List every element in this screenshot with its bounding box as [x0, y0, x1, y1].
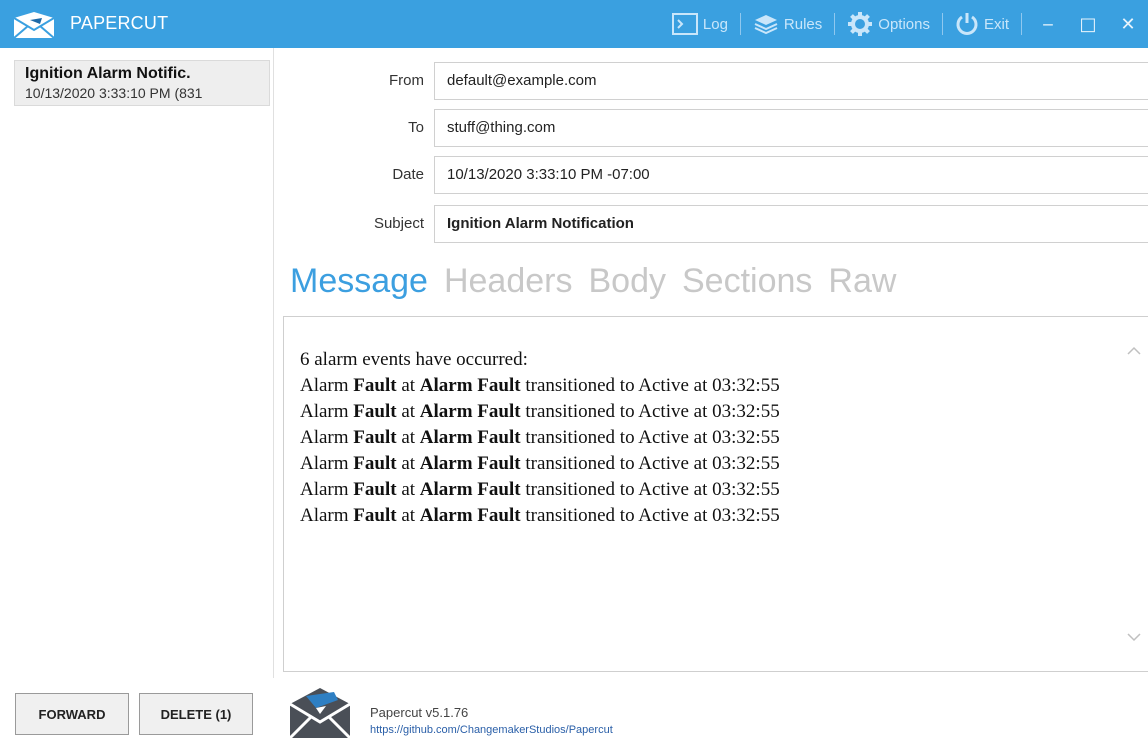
- options-label: Options: [878, 15, 930, 33]
- event-text: transitioned to Active at 03:32:55: [520, 453, 780, 474]
- rules-icon: [754, 15, 778, 35]
- app-version: Papercut v5.1.76: [370, 705, 469, 720]
- log-button[interactable]: Log: [666, 0, 734, 48]
- minimize-button[interactable]: ‒: [1028, 0, 1068, 48]
- scroll-up-icon[interactable]: [1126, 343, 1142, 359]
- scroll-down-icon[interactable]: [1126, 629, 1142, 645]
- options-button[interactable]: Options: [841, 0, 936, 48]
- list-item-subject: Ignition Alarm Notific.: [25, 65, 191, 82]
- subject-label: Subject: [373, 215, 424, 232]
- tab-headers[interactable]: Headers: [444, 262, 573, 301]
- event-name: Fault: [353, 505, 397, 526]
- power-icon: [956, 13, 978, 35]
- event-text: transitioned to Active at 03:32:55: [520, 479, 780, 500]
- close-button[interactable]: ✕: [1108, 0, 1148, 48]
- event-text: at: [396, 453, 420, 474]
- event-line: Alarm Fault at Alarm Fault transitioned …: [300, 451, 780, 477]
- rules-label: Rules: [783, 15, 823, 33]
- event-text: at: [396, 427, 420, 448]
- event-source: Alarm Fault: [419, 453, 521, 474]
- subject-row: Subject Ignition Alarm Notification: [276, 205, 1148, 243]
- date-field[interactable]: 10/13/2020 3:33:10 PM -07:00: [434, 156, 1148, 194]
- event-text: transitioned to Active at 03:32:55: [520, 505, 780, 526]
- tab-body[interactable]: Body: [588, 262, 666, 301]
- message-content: 6 alarm events have occurred: Alarm Faul…: [300, 347, 780, 529]
- event-name: Fault: [353, 479, 397, 500]
- event-text: at: [396, 401, 420, 422]
- event-text: Alarm: [300, 479, 354, 500]
- maximize-icon: □: [1079, 13, 1097, 35]
- toolbar-divider: [941, 13, 943, 35]
- event-text: Alarm: [300, 427, 354, 448]
- minimize-icon: ‒: [1042, 13, 1054, 35]
- event-text: transitioned to Active at 03:32:55: [520, 427, 780, 448]
- event-text: at: [396, 375, 420, 396]
- toolbar: Log Rules Options Exit ‒ □ ✕: [666, 0, 1148, 48]
- date-label: Date: [392, 166, 424, 183]
- event-name: Fault: [353, 427, 397, 448]
- event-source: Alarm Fault: [419, 427, 521, 448]
- title-bar: PAPERCUT Log Rules Options Exit ‒ □ ✕: [0, 0, 1148, 48]
- event-text: Alarm: [300, 375, 354, 396]
- delete-button[interactable]: DELETE (1): [139, 693, 253, 735]
- toolbar-divider: [1021, 13, 1022, 35]
- subject-field[interactable]: Ignition Alarm Notification: [434, 205, 1148, 243]
- event-text: at: [396, 505, 420, 526]
- message-list: Ignition Alarm Notific. 10/13/2020 3:33:…: [0, 48, 274, 678]
- event-line: Alarm Fault at Alarm Fault transitioned …: [300, 373, 780, 399]
- event-text: Alarm: [300, 505, 354, 526]
- from-label: From: [389, 72, 424, 89]
- list-item-date: 10/13/2020 3:33:10 PM (831: [25, 85, 203, 101]
- to-label: To: [408, 119, 424, 136]
- event-line: Alarm Fault at Alarm Fault transitioned …: [300, 477, 780, 503]
- event-name: Fault: [353, 453, 397, 474]
- exit-label: Exit: [983, 15, 1009, 33]
- toolbar-divider: [834, 13, 836, 35]
- log-label: Log: [702, 15, 728, 33]
- tab-raw[interactable]: Raw: [828, 262, 896, 301]
- event-source: Alarm Fault: [419, 375, 521, 396]
- event-line: Alarm Fault at Alarm Fault transitioned …: [300, 425, 780, 451]
- tab-sections[interactable]: Sections: [682, 262, 812, 301]
- tab-message[interactable]: Message: [290, 262, 428, 301]
- from-row: From default@example.com: [276, 62, 1148, 100]
- view-tabs: Message Headers Body Sections Raw: [290, 262, 912, 310]
- event-text: Alarm: [300, 401, 354, 422]
- event-name: Fault: [353, 375, 397, 396]
- event-text: transitioned to Active at 03:32:55: [520, 375, 780, 396]
- envelope-logo-icon: [13, 12, 55, 39]
- event-text: transitioned to Active at 03:32:55: [520, 401, 780, 422]
- event-line: Alarm Fault at Alarm Fault transitioned …: [300, 399, 780, 425]
- date-row: Date 10/13/2020 3:33:10 PM -07:00: [276, 156, 1148, 194]
- event-source: Alarm Fault: [419, 479, 521, 500]
- event-source: Alarm Fault: [419, 401, 521, 422]
- toolbar-divider: [739, 13, 741, 35]
- event-source: Alarm Fault: [419, 505, 521, 526]
- body-intro: 6 alarm events have occurred:: [300, 349, 528, 370]
- from-field[interactable]: default@example.com: [434, 62, 1148, 100]
- rules-button[interactable]: Rules: [747, 0, 828, 48]
- event-line: Alarm Fault at Alarm Fault transitioned …: [300, 503, 780, 529]
- event-name: Fault: [353, 401, 397, 422]
- maximize-button[interactable]: □: [1068, 0, 1108, 48]
- event-text: at: [396, 479, 420, 500]
- message-body[interactable]: 6 alarm events have occurred: Alarm Faul…: [283, 316, 1148, 672]
- event-text: Alarm: [300, 453, 354, 474]
- project-link[interactable]: https://github.com/ChangemakerStudios/Pa…: [370, 724, 613, 736]
- log-icon: [671, 13, 698, 35]
- to-row: To stuff@thing.com: [276, 109, 1148, 147]
- papercut-logo-icon: [288, 688, 352, 740]
- exit-button[interactable]: Exit: [949, 0, 1015, 48]
- to-field[interactable]: stuff@thing.com: [434, 109, 1148, 147]
- options-gear-icon: [848, 12, 873, 36]
- close-icon: ✕: [1120, 13, 1136, 35]
- app-title: PAPERCUT: [70, 13, 169, 33]
- list-item[interactable]: Ignition Alarm Notific. 10/13/2020 3:33:…: [14, 60, 270, 106]
- forward-button[interactable]: FORWARD: [15, 693, 129, 735]
